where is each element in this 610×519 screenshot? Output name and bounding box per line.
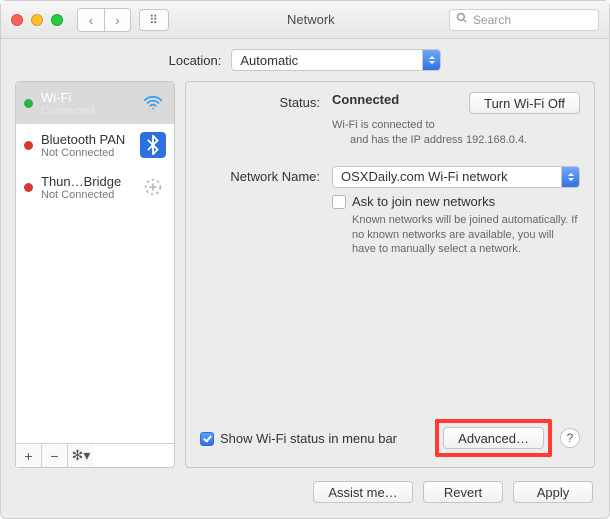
remove-service-button[interactable]: − xyxy=(42,444,68,467)
details-panel: Status: Connected Turn Wi-Fi Off Wi-Fi i… xyxy=(185,81,595,468)
popup-chevrons-icon xyxy=(561,167,579,187)
sidebar-footer: + − ✻▾ xyxy=(16,443,174,467)
advanced-button[interactable]: Advanced… xyxy=(443,427,544,449)
services-sidebar: Wi-Fi Connected Bluetooth PAN Not Connec… xyxy=(15,81,175,468)
grid-icon: ⠿ xyxy=(149,13,159,27)
status-description: Wi-Fi is connected to and has the IP add… xyxy=(332,118,580,148)
location-row: Location: Automatic xyxy=(1,39,609,81)
network-preferences-window: ‹ › ⠿ Network Search Location: Automatic xyxy=(0,0,610,519)
show-all-button[interactable]: ⠿ xyxy=(139,9,169,31)
forward-button[interactable]: › xyxy=(104,9,130,31)
status-dot-icon xyxy=(24,183,33,192)
service-name: Wi-Fi xyxy=(41,90,132,105)
assist-me-button[interactable]: Assist me… xyxy=(313,481,413,503)
status-label: Status: xyxy=(200,92,320,148)
show-wifi-status-checkbox[interactable] xyxy=(200,432,214,446)
revert-button[interactable]: Revert xyxy=(423,481,503,503)
titlebar: ‹ › ⠿ Network Search xyxy=(1,1,609,39)
footer-buttons: Assist me… Revert Apply xyxy=(1,474,609,518)
network-name-label: Network Name: xyxy=(200,166,320,188)
network-name-value: OSXDaily.com Wi-Fi network xyxy=(341,169,508,184)
close-window-button[interactable] xyxy=(11,14,23,26)
zoom-window-button[interactable] xyxy=(51,14,63,26)
bluetooth-icon xyxy=(140,132,166,158)
service-name: Bluetooth PAN xyxy=(41,132,132,147)
service-item-bluetooth[interactable]: Bluetooth PAN Not Connected xyxy=(16,124,174,166)
service-status: Not Connected xyxy=(41,147,132,159)
status-value: Connected xyxy=(332,92,399,107)
main-area: Wi-Fi Connected Bluetooth PAN Not Connec… xyxy=(1,81,609,474)
service-name: Thun…Bridge xyxy=(41,174,132,189)
help-button[interactable]: ? xyxy=(560,428,580,448)
service-status: Not Connected xyxy=(41,189,132,201)
bridge-icon xyxy=(140,174,166,200)
add-service-button[interactable]: + xyxy=(16,444,42,467)
back-button[interactable]: ‹ xyxy=(78,9,104,31)
chevron-left-icon: ‹ xyxy=(89,12,94,28)
location-popup[interactable]: Automatic xyxy=(231,49,441,71)
service-item-wifi[interactable]: Wi-Fi Connected xyxy=(16,82,174,124)
window-title: Network xyxy=(287,12,335,27)
show-wifi-status-label: Show Wi-Fi status in menu bar xyxy=(220,431,397,446)
service-status: Connected xyxy=(41,105,132,117)
status-dot-icon xyxy=(24,99,33,108)
advanced-highlight: Advanced… xyxy=(435,419,552,457)
services-list: Wi-Fi Connected Bluetooth PAN Not Connec… xyxy=(16,82,174,443)
ask-to-join-description: Known networks will be joined automatica… xyxy=(332,213,580,258)
apply-button[interactable]: Apply xyxy=(513,481,593,503)
service-item-thunderbolt-bridge[interactable]: Thun…Bridge Not Connected xyxy=(16,166,174,208)
service-actions-button[interactable]: ✻▾ xyxy=(68,444,94,467)
search-icon xyxy=(456,12,468,27)
ask-to-join-checkbox[interactable] xyxy=(332,195,346,209)
window-controls xyxy=(11,14,63,26)
minimize-window-button[interactable] xyxy=(31,14,43,26)
wifi-icon xyxy=(140,90,166,116)
popup-chevrons-icon xyxy=(422,50,440,70)
turn-wifi-off-button[interactable]: Turn Wi-Fi Off xyxy=(469,92,580,114)
location-value: Automatic xyxy=(240,53,298,68)
chevron-right-icon: › xyxy=(115,12,120,28)
location-label: Location: xyxy=(169,53,222,68)
network-name-popup[interactable]: OSXDaily.com Wi-Fi network xyxy=(332,166,580,188)
gear-icon: ✻▾ xyxy=(72,447,91,464)
ask-to-join-label: Ask to join new networks xyxy=(352,194,495,209)
search-placeholder: Search xyxy=(473,13,511,27)
search-field[interactable]: Search xyxy=(449,9,599,31)
status-dot-icon xyxy=(24,141,33,150)
nav-buttons: ‹ › xyxy=(77,8,131,32)
